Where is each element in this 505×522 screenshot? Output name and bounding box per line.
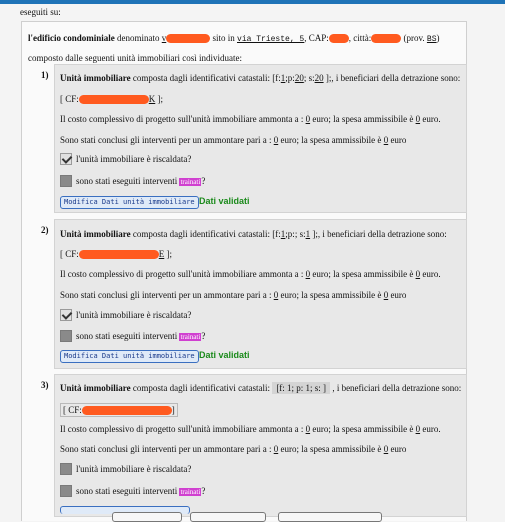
- building-description: l'edificio condominiale denominato v sit…: [28, 33, 440, 63]
- heated-label: l'unità immobiliare è riscaldata?: [76, 154, 192, 164]
- heated-checkbox[interactable]: [60, 463, 72, 475]
- redacted-cf: [81, 406, 172, 416]
- completed-line: Sono stati conclusi gli interventi per u…: [60, 290, 407, 300]
- beneficiary-cf: [ CF: E ];: [60, 249, 173, 260]
- trainati-checkbox[interactable]: [60, 485, 72, 497]
- redacted-building-name: [166, 34, 211, 44]
- unit-identifiers: Unità immobiliare composta dagli identif…: [60, 229, 447, 239]
- unit-identifiers: Unità immobiliare composta dagli identif…: [60, 73, 461, 83]
- edit-unit-button[interactable]: Modifica Dati unità immobiliare: [60, 350, 199, 363]
- unit-identifiers: Unità immobiliare composta dagli identif…: [60, 382, 462, 394]
- footer-button-1[interactable]: [112, 512, 182, 522]
- redacted-cap: [328, 34, 349, 44]
- street-address: via Trieste, 5: [237, 35, 305, 44]
- cost-line: Il costo complessivo di progetto sull'un…: [60, 114, 441, 124]
- trainati-checkbox[interactable]: [60, 330, 72, 342]
- redacted-cf: [78, 95, 149, 105]
- unit-number: 3): [41, 380, 49, 390]
- status-validated: Dati validati: [199, 350, 250, 360]
- completed-line: Sono stati conclusi gli interventi per u…: [60, 444, 407, 454]
- section-header: eseguiti su:: [20, 7, 61, 17]
- top-accent-bar: [0, 0, 505, 4]
- catastal-ids-box: [f: 1; p: 1; s: ]: [272, 382, 331, 394]
- trainati-label: sono stati eseguiti interventi trainati?: [76, 331, 206, 341]
- heated-checkbox[interactable]: [60, 309, 72, 321]
- heated-checkbox[interactable]: [60, 153, 72, 165]
- cost-line: Il costo complessivo di progetto sull'un…: [60, 424, 441, 434]
- edit-unit-button[interactable]: Modifica Dati unità immobiliare: [60, 196, 199, 209]
- completed-line: Sono stati conclusi gli interventi per u…: [60, 135, 407, 145]
- footer-button-2[interactable]: [190, 512, 266, 522]
- beneficiary-cf: [ CF:]: [60, 403, 178, 418]
- trainati-checkbox[interactable]: [60, 175, 72, 187]
- redacted-city: [371, 34, 402, 44]
- unit-card-1: Unità immobiliare composta dagli identif…: [54, 64, 467, 213]
- redacted-cf: [78, 250, 159, 260]
- footer-button-3[interactable]: [278, 512, 382, 522]
- trainati-label: sono stati eseguiti interventi trainati?: [76, 176, 206, 186]
- status-validated: Dati validati: [199, 196, 250, 206]
- unit-number: 2): [41, 225, 49, 235]
- unit-card-3: Unità immobiliare composta dagli identif…: [54, 374, 467, 517]
- heated-label: l'unità immobiliare è riscaldata?: [76, 310, 192, 320]
- province-code: BS: [426, 35, 437, 44]
- trainati-label: sono stati eseguiti interventi trainati?: [76, 486, 206, 496]
- unit-card-2: Unità immobiliare composta dagli identif…: [54, 219, 467, 369]
- heated-label: l'unità immobiliare è riscaldata?: [76, 464, 192, 474]
- cost-line: Il costo complessivo di progetto sull'un…: [60, 269, 441, 279]
- beneficiary-cf: [ CF: K ];: [60, 94, 164, 105]
- unit-number: 1): [41, 70, 49, 80]
